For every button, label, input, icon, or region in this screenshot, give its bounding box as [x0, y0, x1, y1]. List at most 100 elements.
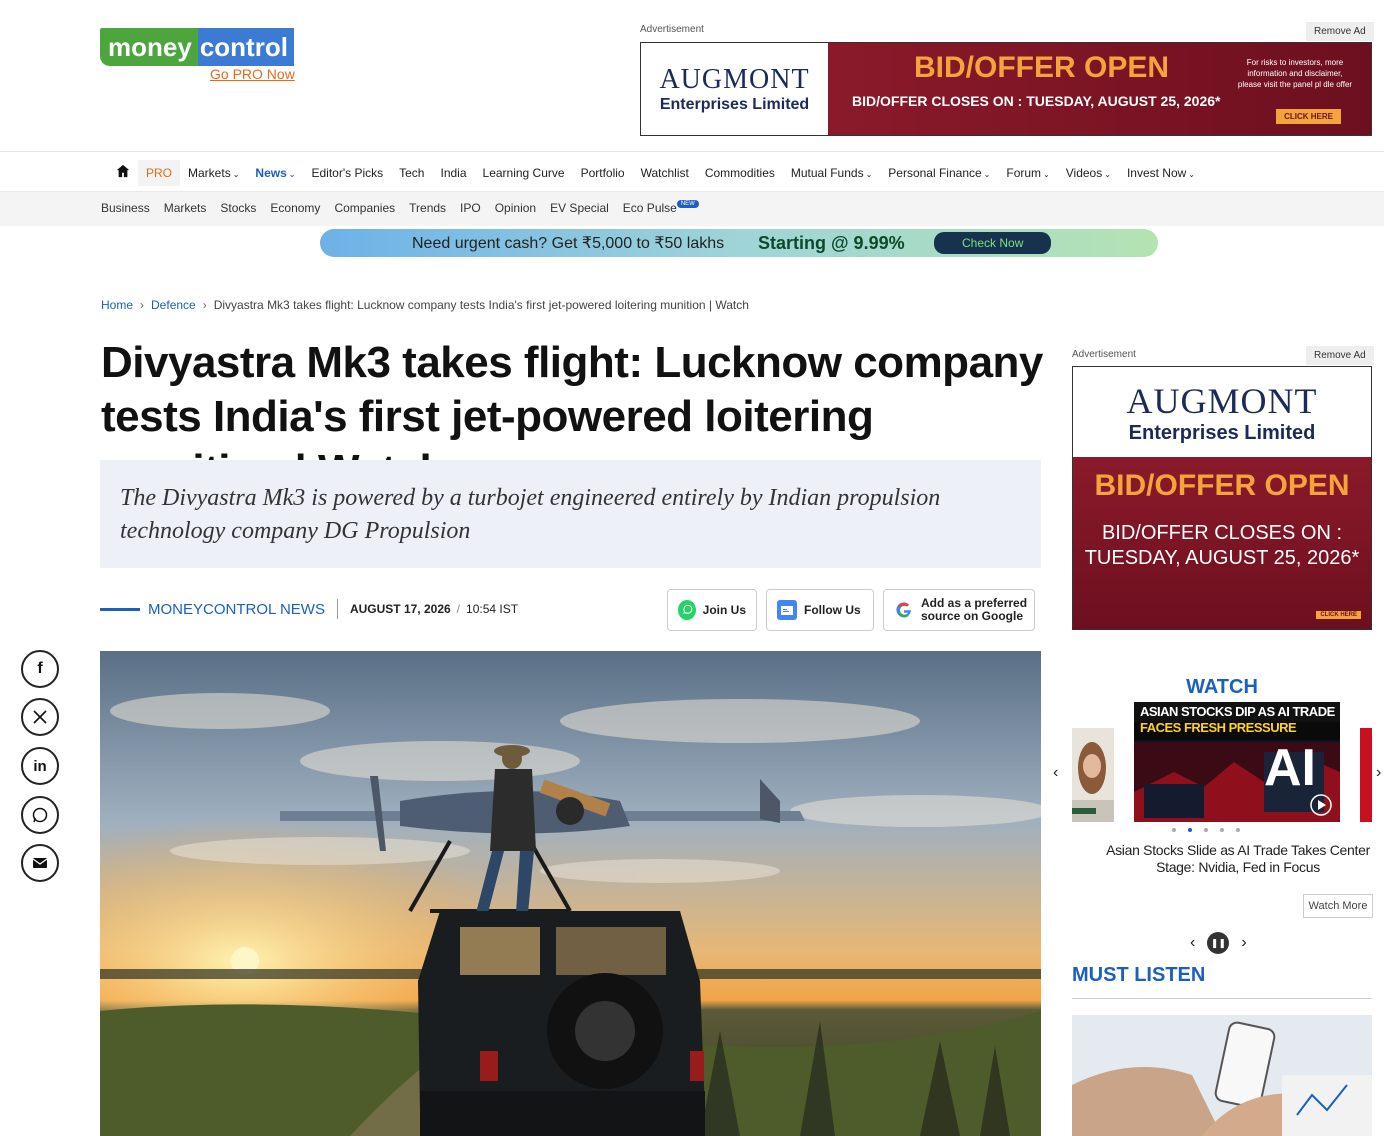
top-banner-ad[interactable]: AUGMONT Enterprises Limited BID/OFFER OP…	[640, 42, 1372, 136]
linkedin-share-icon[interactable]: in	[21, 747, 59, 785]
carousel-controls: ‹ ❚❚ ›	[1190, 932, 1247, 954]
nav-item-india[interactable]: India	[432, 160, 474, 186]
carousel-dot[interactable]	[1236, 828, 1240, 832]
x-share-icon[interactable]	[21, 698, 59, 736]
nav-item-label: Watchlist	[640, 165, 689, 180]
subnav-item-label: Companies	[334, 201, 396, 215]
article-summary: The Divyastra Mk3 is powered by a turboj…	[100, 460, 1041, 568]
subnav-item-ipo[interactable]: IPO	[453, 201, 488, 215]
google-preferred-source-button[interactable]: Add as a preferred source on Google	[883, 589, 1035, 631]
remove-ad-button[interactable]: Remove Ad	[1306, 22, 1374, 41]
must-listen-thumbnail[interactable]	[1072, 1015, 1372, 1136]
nav-item-forum[interactable]: Forum ⌄	[998, 160, 1057, 186]
subnav-item-eco-pulse[interactable]: Eco Pulse NEW	[616, 200, 706, 215]
nav-item-label: Learning Curve	[482, 165, 565, 180]
subnav-item-label: Trends	[409, 201, 447, 215]
carousel-dots	[1172, 828, 1240, 832]
whatsapp-share-icon[interactable]	[21, 796, 59, 834]
follow-us-google-news-button[interactable]: Follow Us	[766, 589, 874, 631]
chevron-right-icon[interactable]: ›	[1241, 934, 1246, 952]
subnav-item-companies[interactable]: Companies	[327, 201, 402, 215]
nav-item-editor-s-picks[interactable]: Editor's Picks	[303, 160, 391, 186]
check-now-button[interactable]: Check Now	[934, 232, 1052, 254]
ad-label: Advertisement	[640, 24, 704, 35]
carousel-dot-active[interactable]	[1188, 828, 1192, 832]
article-hero-image	[100, 651, 1041, 1136]
carousel-dot[interactable]	[1172, 828, 1176, 832]
nav-item-watchlist[interactable]: Watchlist	[633, 160, 697, 186]
chevron-down-icon: ⌄	[983, 169, 991, 179]
video-ai-text: AI	[1264, 739, 1316, 797]
nav-item-tech[interactable]: Tech	[391, 160, 432, 186]
nav-item-pro[interactable]: PRO	[138, 159, 181, 186]
sidebar-ad-label: Advertisement	[1072, 349, 1136, 360]
ad-offer-title: BID/OFFER OPEN	[914, 51, 1170, 84]
nav-item-markets[interactable]: Markets ⌄	[180, 160, 247, 186]
go-pro-link[interactable]: Go PRO Now	[210, 66, 295, 82]
breadcrumb-home[interactable]: Home	[101, 298, 133, 312]
nav-item-mutual-funds[interactable]: Mutual Funds ⌄	[783, 160, 880, 186]
ad-offer-close: BID/OFFER CLOSES ON : TUESDAY, AUGUST 25…	[852, 93, 1221, 109]
home-icon[interactable]	[108, 158, 138, 187]
featured-video-thumbnail[interactable]: ASIAN STOCKS DIP AS AI TRADE FACES FRESH…	[1134, 702, 1340, 822]
video-headline-line-2: FACES FRESH PRESSURE	[1140, 720, 1297, 735]
moneycontrol-logo[interactable]: money control Go PRO Now	[100, 28, 295, 82]
chevron-down-icon: ⌄	[1104, 169, 1111, 179]
nav-item-label: India	[440, 165, 467, 180]
whatsapp-icon	[678, 600, 696, 620]
site-header: money control Go PRO Now Advertisement R…	[0, 0, 1384, 152]
nav-item-label: Editor's Picks	[311, 165, 384, 180]
nav-item-label: Personal Finance	[888, 165, 982, 180]
sidebar-ad-click-here[interactable]: CLICK HERE	[1316, 611, 1361, 619]
next-video-thumbnail[interactable]	[1360, 728, 1372, 822]
email-share-icon[interactable]	[21, 844, 59, 882]
subnav-item-stocks[interactable]: Stocks	[213, 201, 263, 215]
chevron-right-icon: ›	[140, 298, 145, 312]
nav-item-videos[interactable]: Videos ⌄	[1058, 160, 1119, 186]
pause-icon[interactable]: ❚❚	[1207, 932, 1230, 954]
ad-brand-name: AUGMONT	[659, 64, 810, 95]
subnav-item-trends[interactable]: Trends	[402, 201, 453, 215]
nav-item-label: News	[255, 165, 287, 180]
chevron-right-icon[interactable]: ›	[1376, 764, 1381, 782]
loan-promo-banner[interactable]: Need urgent cash? Get ₹5,000 to ₹50 lakh…	[320, 229, 1158, 257]
subnav-item-business[interactable]: Business	[94, 201, 157, 215]
join-us-whatsapp-button[interactable]: Join Us	[667, 589, 757, 631]
nav-item-news[interactable]: News ⌄	[247, 160, 303, 186]
sidebar-ad[interactable]: AUGMONT Enterprises Limited BID/OFFER OP…	[1072, 366, 1372, 630]
carousel-dot[interactable]	[1204, 828, 1208, 832]
promo-rate: Starting @ 9.99%	[758, 232, 905, 253]
nav-item-invest-now[interactable]: Invest Now ⌄	[1119, 160, 1203, 186]
subnav-item-economy[interactable]: Economy	[263, 201, 327, 215]
nav-item-personal-finance[interactable]: Personal Finance ⌄	[880, 160, 998, 186]
author-name[interactable]: MONEYCONTROL NEWS	[148, 601, 325, 618]
subnav-item-label: Eco Pulse	[622, 201, 677, 215]
nav-item-learning-curve[interactable]: Learning Curve	[475, 160, 573, 186]
nav-item-label: Forum	[1006, 165, 1042, 180]
facebook-share-icon[interactable]: f	[21, 650, 59, 688]
video-caption[interactable]: Asian Stocks Slide as AI Trade Takes Cen…	[1098, 842, 1378, 876]
breadcrumb-defence[interactable]: Defence	[151, 298, 196, 312]
prev-video-thumbnail[interactable]	[1072, 728, 1114, 822]
watch-more-button[interactable]: Watch More	[1303, 894, 1373, 918]
breadcrumb-current: Divyastra Mk3 takes flight: Lucknow comp…	[213, 298, 749, 312]
nav-item-commodities[interactable]: Commodities	[697, 160, 783, 186]
google-source-label-2: source on Google	[921, 609, 1024, 623]
subnav-item-label: IPO	[460, 201, 481, 215]
divider	[336, 599, 338, 619]
subnav-item-opinion[interactable]: Opinion	[488, 201, 543, 215]
chevron-left-icon[interactable]: ‹	[1053, 764, 1058, 782]
subnav-item-label: Stocks	[220, 201, 257, 215]
sidebar-ad-title: BID/OFFER OPEN	[1094, 469, 1350, 502]
ad-click-here-button[interactable]: CLICK HERE	[1276, 109, 1341, 124]
sidebar-remove-ad-button[interactable]: Remove Ad	[1306, 346, 1374, 365]
nav-item-label: Commodities	[704, 165, 775, 180]
subnav-item-markets[interactable]: Markets	[157, 201, 214, 215]
subnav-item-ev-special[interactable]: EV Special	[543, 201, 616, 215]
byline-accent-line	[100, 607, 140, 611]
sidebar-ad-brand: AUGMONT	[1126, 380, 1318, 421]
carousel-dot[interactable]	[1220, 828, 1224, 832]
chevron-left-icon[interactable]: ‹	[1190, 934, 1195, 952]
secondary-nav: Business Markets Stocks Economy Companies Tre…	[0, 192, 1384, 226]
nav-item-portfolio[interactable]: Portfolio	[573, 160, 633, 186]
